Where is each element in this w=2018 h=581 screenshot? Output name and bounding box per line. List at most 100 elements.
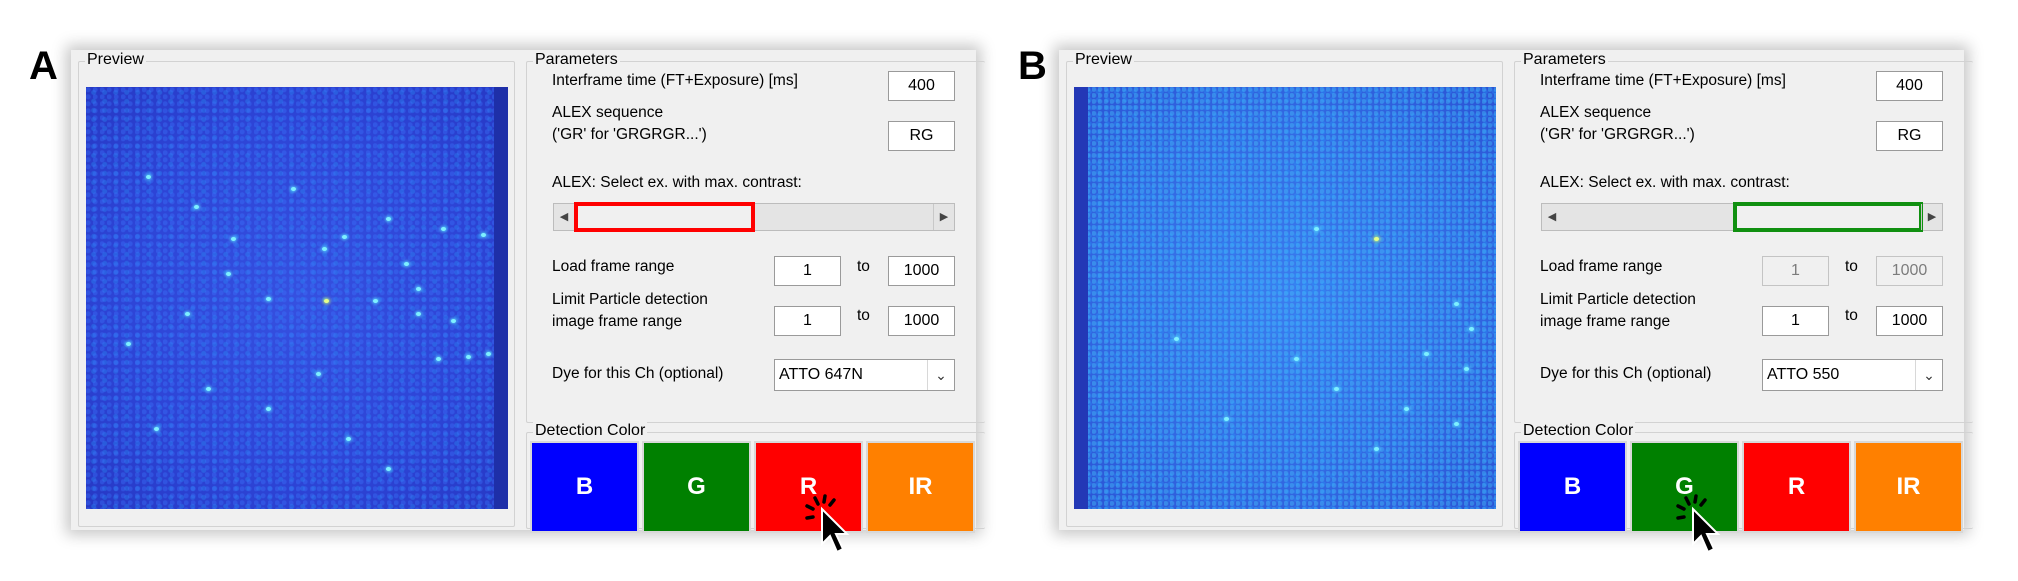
spot — [1464, 367, 1469, 371]
preview-title: Preview — [85, 51, 146, 69]
interframe-label: Interframe time (FT+Exposure) [ms] — [1540, 72, 1786, 89]
spot — [1174, 337, 1179, 341]
window-a: Preview Parameters Interframe time (FT+E… — [71, 50, 985, 554]
spot — [1374, 447, 1379, 451]
dye-select[interactable]: ATTO 550 ⌄ — [1762, 359, 1943, 391]
spot — [486, 352, 491, 356]
spot — [373, 299, 378, 303]
color-button-g[interactable]: G — [642, 441, 751, 533]
spot — [1469, 327, 1474, 331]
load-to-input[interactable]: 1000 — [888, 256, 955, 286]
slider-left-arrow-icon[interactable]: ◀ — [554, 204, 574, 230]
spot — [324, 299, 329, 303]
spot — [194, 205, 199, 209]
slider-thumb[interactable] — [1733, 202, 1923, 232]
spot — [226, 272, 231, 276]
limit-to-input[interactable]: 1000 — [1876, 306, 1943, 336]
spot — [466, 355, 471, 359]
spot — [206, 387, 211, 391]
spot — [1374, 237, 1379, 241]
spot — [386, 217, 391, 221]
click-cursor-icon — [805, 494, 850, 554]
load-to-label: to — [1845, 258, 1858, 275]
spot — [231, 237, 236, 241]
preview-edge — [1074, 87, 1088, 509]
preview-image — [1074, 87, 1496, 509]
chevron-down-icon[interactable]: ⌄ — [1915, 360, 1942, 390]
preview-image — [86, 87, 508, 509]
color-button-ir[interactable]: IR — [866, 441, 975, 533]
spot — [416, 312, 421, 316]
alex-sequence-label: ALEX sequence — [1540, 104, 1652, 121]
spot — [1424, 352, 1429, 356]
limit-range-label: Limit Particle detection — [1540, 291, 1696, 308]
preview-edge — [494, 87, 508, 509]
interframe-input[interactable]: 400 — [1876, 71, 1943, 101]
detection-color-title: Detection Color — [533, 422, 648, 440]
alex-sequence-hint: ('GR' for 'GRGRGR...') — [1540, 126, 1695, 143]
dye-select-value: ATTO 647N — [779, 366, 863, 383]
color-button-ir[interactable]: IR — [1854, 441, 1963, 533]
load-from-input: 1 — [1762, 256, 1829, 286]
spot — [1334, 387, 1339, 391]
limit-to-label: to — [1845, 307, 1858, 324]
dye-label: Dye for this Ch (optional) — [552, 365, 724, 382]
contrast-slider[interactable]: ◀ ▶ — [1541, 202, 1943, 232]
limit-range-label-2: image frame range — [1540, 313, 1671, 330]
spot — [1224, 417, 1229, 421]
limit-range-label-2: image frame range — [552, 313, 683, 330]
panel-label-b: B — [1018, 44, 1047, 88]
contrast-label: ALEX: Select ex. with max. contrast: — [1540, 174, 1790, 191]
slider-right-arrow-icon[interactable]: ▶ — [933, 204, 954, 230]
load-from-input[interactable]: 1 — [774, 256, 841, 286]
detection-color-title: Detection Color — [1521, 422, 1636, 440]
spot — [1454, 422, 1459, 426]
spot — [146, 175, 151, 179]
spot — [416, 287, 421, 291]
slider-left-arrow-icon[interactable]: ◀ — [1542, 204, 1562, 230]
spot — [154, 427, 159, 431]
load-range-label: Load frame range — [1540, 258, 1663, 275]
parameters-title: Parameters — [1521, 51, 1608, 69]
spot — [1314, 227, 1319, 231]
spot — [1454, 302, 1459, 306]
limit-from-input[interactable]: 1 — [774, 306, 841, 336]
dye-select-value: ATTO 550 — [1767, 366, 1840, 383]
spot — [316, 372, 321, 376]
spot — [185, 312, 190, 316]
alex-sequence-input[interactable]: RG — [1876, 121, 1943, 151]
limit-to-input[interactable]: 1000 — [888, 306, 955, 336]
color-button-r[interactable]: R — [1742, 441, 1851, 533]
slider-right-arrow-icon[interactable]: ▶ — [1921, 204, 1942, 230]
window-b: Preview Parameters Interframe time (FT+E… — [1059, 50, 1973, 554]
load-to-label: to — [857, 258, 870, 275]
spot — [441, 227, 446, 231]
contrast-slider[interactable]: ◀ ▶ — [553, 202, 955, 232]
spot — [436, 357, 441, 361]
click-cursor-icon — [1676, 494, 1721, 554]
limit-range-label: Limit Particle detection — [552, 291, 708, 308]
dye-select[interactable]: ATTO 647N ⌄ — [774, 359, 955, 391]
load-to-input: 1000 — [1876, 256, 1943, 286]
slider-thumb[interactable] — [574, 202, 755, 232]
color-button-b[interactable]: B — [530, 441, 639, 533]
spot — [342, 235, 347, 239]
limit-from-input[interactable]: 1 — [1762, 306, 1829, 336]
preview-title: Preview — [1073, 51, 1134, 69]
spot — [481, 233, 486, 237]
spot — [1294, 357, 1299, 361]
dye-label: Dye for this Ch (optional) — [1540, 365, 1712, 382]
spot — [451, 319, 456, 323]
parameters-title: Parameters — [533, 51, 620, 69]
panel-label-a: A — [29, 44, 58, 88]
interframe-input[interactable]: 400 — [888, 71, 955, 101]
color-button-b[interactable]: B — [1518, 441, 1627, 533]
chevron-down-icon[interactable]: ⌄ — [927, 360, 954, 390]
alex-sequence-input[interactable]: RG — [888, 121, 955, 151]
limit-to-label: to — [857, 307, 870, 324]
contrast-label: ALEX: Select ex. with max. contrast: — [552, 174, 802, 191]
spot — [266, 407, 271, 411]
spot — [126, 342, 131, 346]
alex-sequence-hint: ('GR' for 'GRGRGR...') — [552, 126, 707, 143]
spot — [346, 437, 351, 441]
